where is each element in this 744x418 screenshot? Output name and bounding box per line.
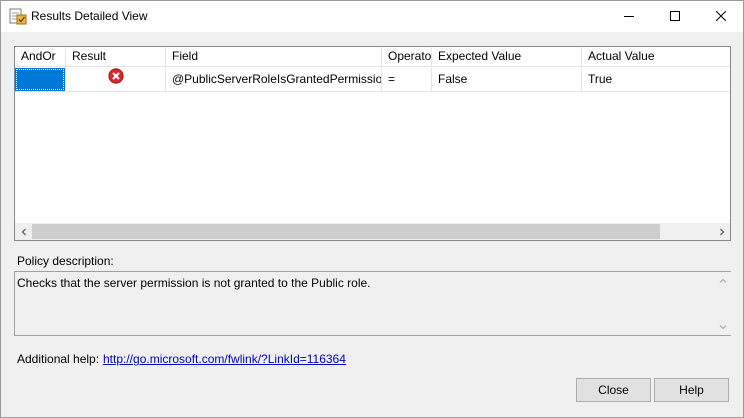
column-header-operator[interactable]: Operator bbox=[382, 47, 432, 67]
scroll-up-button[interactable] bbox=[714, 272, 731, 289]
andor-cell[interactable] bbox=[15, 68, 66, 91]
additional-help-link[interactable]: http://go.microsoft.com/fwlink/?LinkId=1… bbox=[103, 352, 346, 366]
results-grid[interactable]: AndOr Result Field Operator Expected Val… bbox=[14, 46, 731, 241]
column-header-field[interactable]: Field bbox=[166, 47, 382, 67]
column-header-result[interactable]: Result bbox=[66, 47, 166, 67]
chevron-left-icon bbox=[20, 225, 28, 239]
minimize-icon bbox=[624, 10, 634, 24]
expected-value-cell[interactable]: False bbox=[432, 68, 582, 91]
scroll-down-button[interactable] bbox=[714, 318, 731, 335]
scroll-right-button[interactable] bbox=[713, 223, 730, 240]
additional-help-label: Additional help: bbox=[17, 352, 100, 366]
operator-cell[interactable]: = bbox=[382, 68, 432, 91]
chevron-up-icon bbox=[719, 274, 727, 288]
table-row[interactable]: @PublicServerRoleIsGrantedPermissions = … bbox=[15, 68, 730, 92]
maximize-button[interactable] bbox=[652, 1, 698, 32]
policy-description-label: Policy description: bbox=[17, 254, 114, 268]
window-title: Results Detailed View bbox=[31, 9, 148, 23]
column-header-actual-value[interactable]: Actual Value bbox=[582, 47, 730, 67]
policy-description-text: Checks that the server permission is not… bbox=[17, 276, 371, 290]
chevron-down-icon bbox=[719, 320, 727, 334]
column-header-expected-value[interactable]: Expected Value bbox=[432, 47, 582, 67]
policy-results-icon bbox=[9, 7, 27, 25]
horizontal-scrollbar[interactable] bbox=[15, 223, 730, 240]
results-detailed-view-window: Results Detailed View AndOr Result Field… bbox=[0, 0, 744, 418]
maximize-icon bbox=[670, 10, 680, 24]
minimize-button[interactable] bbox=[606, 1, 652, 32]
scroll-left-button[interactable] bbox=[15, 223, 32, 240]
error-icon bbox=[107, 68, 124, 91]
policy-description-box[interactable]: Checks that the server permission is not… bbox=[14, 271, 731, 336]
close-window-button[interactable] bbox=[698, 1, 744, 32]
grid-header: AndOr Result Field Operator Expected Val… bbox=[15, 47, 730, 67]
actual-value-cell[interactable]: True bbox=[582, 68, 730, 91]
result-cell[interactable] bbox=[66, 68, 166, 91]
close-icon bbox=[715, 10, 727, 24]
close-button[interactable]: Close bbox=[576, 378, 651, 402]
title-bar[interactable]: Results Detailed View bbox=[1, 1, 743, 32]
column-header-andor[interactable]: AndOr bbox=[15, 47, 66, 67]
vertical-scrollbar[interactable] bbox=[714, 272, 731, 335]
chevron-right-icon bbox=[718, 225, 726, 239]
selected-cell-highlight bbox=[15, 68, 65, 91]
horizontal-scroll-thumb[interactable] bbox=[32, 224, 660, 239]
help-button[interactable]: Help bbox=[654, 378, 729, 402]
field-cell[interactable]: @PublicServerRoleIsGrantedPermissions bbox=[166, 68, 382, 91]
